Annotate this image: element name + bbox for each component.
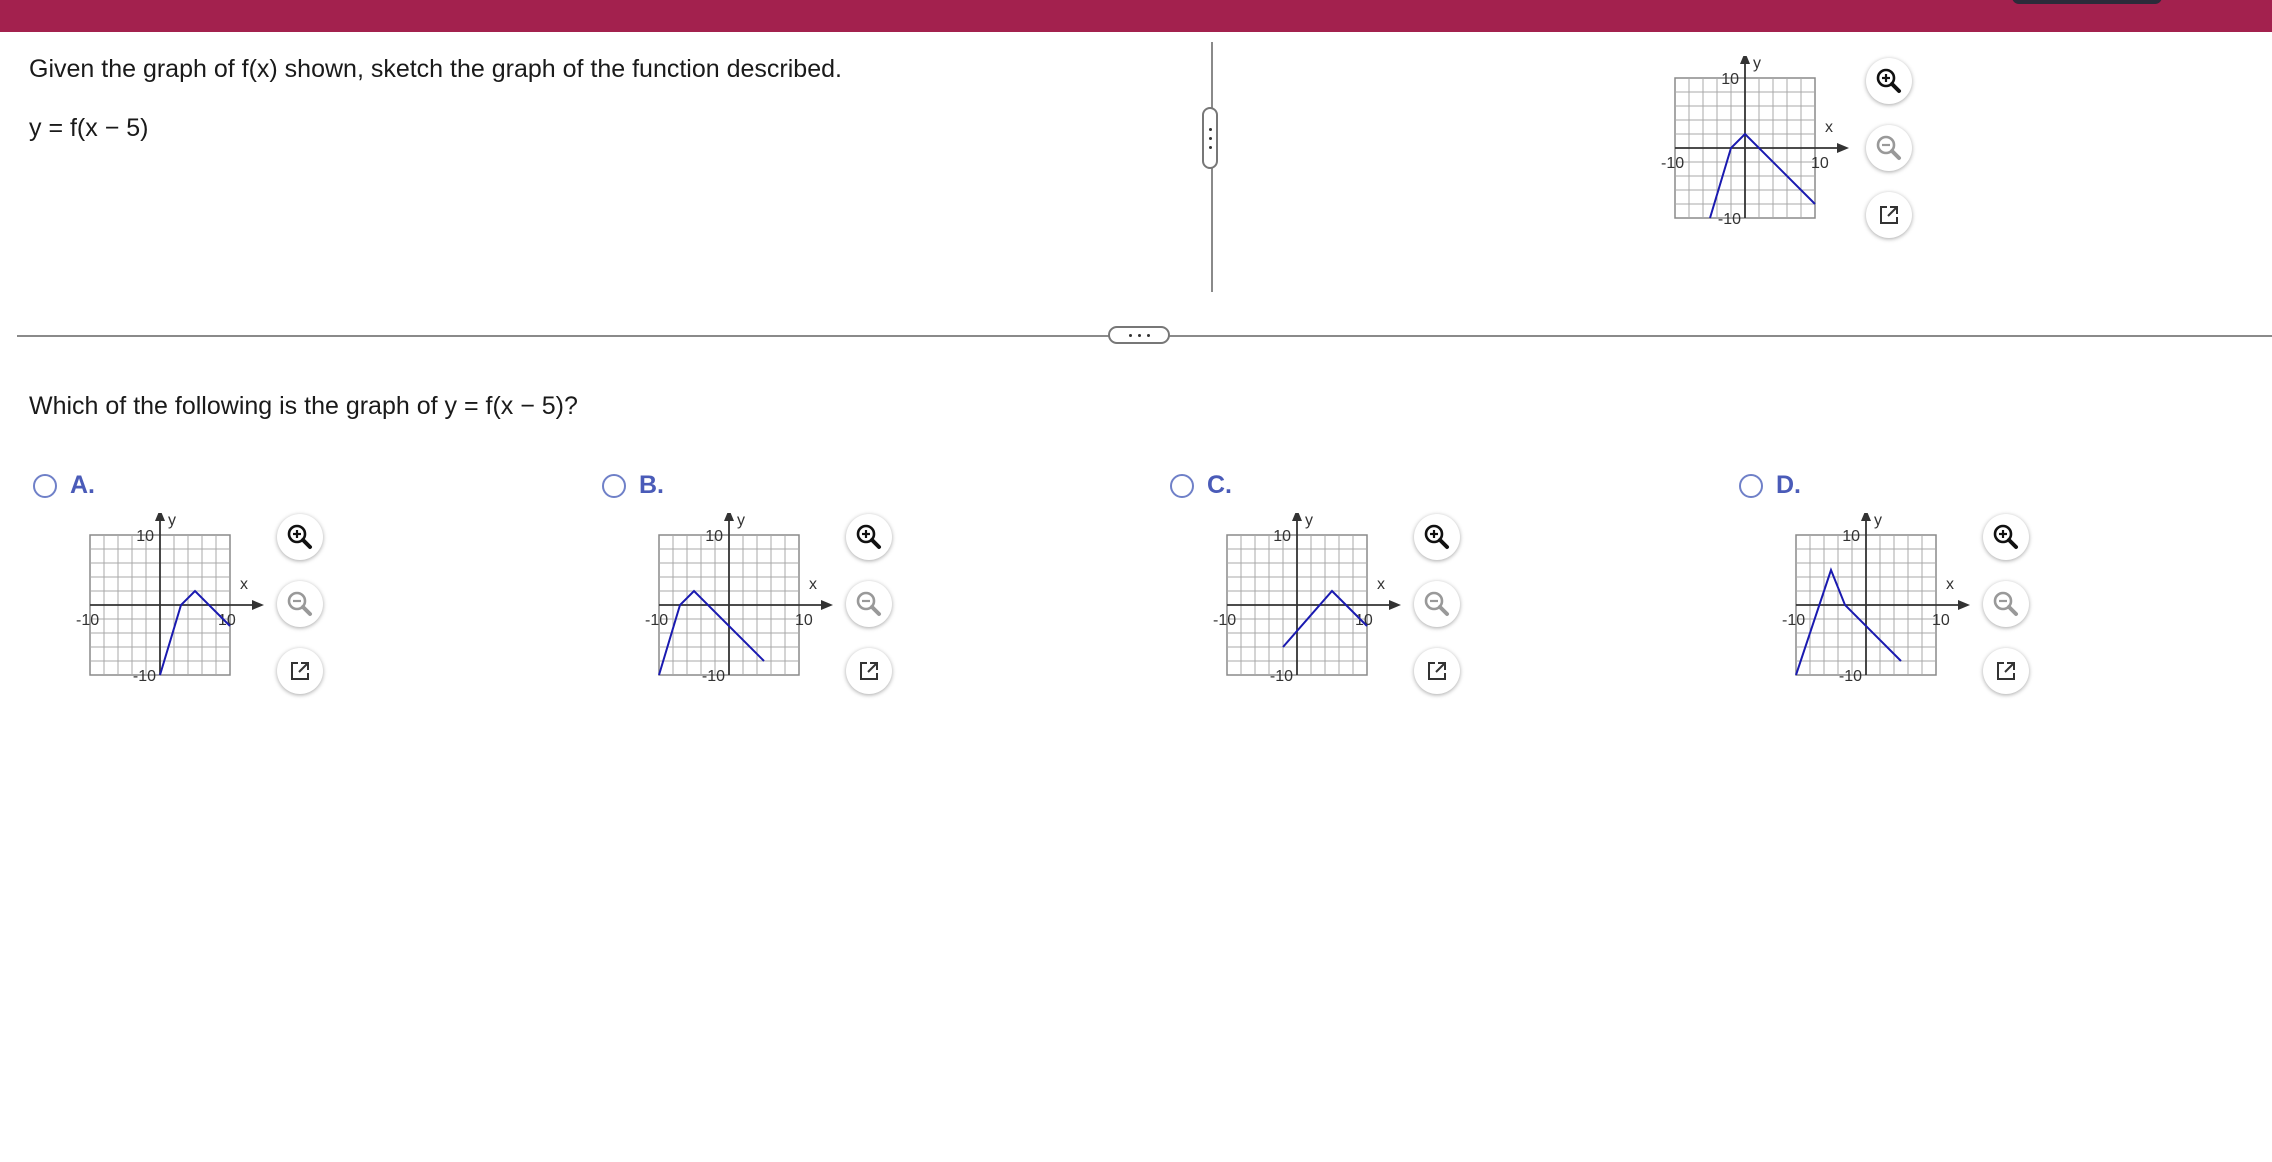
option-c-open-button[interactable] — [1414, 648, 1460, 694]
x-axis-arrow — [1837, 143, 1849, 153]
option-b-graph: y x 10 -10 -10 10 — [639, 509, 839, 708]
question-function: y = f(x − 5) — [29, 114, 149, 142]
y-min-tick-label: -10 — [1839, 668, 1862, 685]
y-min-tick-label: -10 — [1270, 668, 1293, 685]
zoom-out-icon — [285, 589, 315, 619]
y-axis-label: y — [1753, 56, 1761, 72]
option-c-zoom-out-button[interactable] — [1414, 581, 1460, 627]
y-max-tick-label: 10 — [1842, 528, 1860, 545]
y-axis-arrow — [155, 509, 165, 521]
zoom-in-icon — [1991, 522, 2021, 552]
zoom-in-icon — [285, 522, 315, 552]
option-d-zoom-out-button[interactable] — [1983, 581, 2029, 627]
option-d-graph: y x 10 -10 -10 10 — [1776, 509, 1976, 708]
option-d-zoom-in-button[interactable] — [1983, 514, 2029, 560]
y-min-tick-label: -10 — [133, 668, 156, 685]
option-a-radio[interactable] — [33, 474, 57, 498]
x-axis-arrow — [252, 600, 264, 610]
x-axis-label: x — [240, 576, 248, 593]
option-a-zoom-out-button[interactable] — [277, 581, 323, 627]
option-c-radio[interactable] — [1170, 474, 1194, 498]
option-b-label[interactable]: B. — [639, 471, 664, 500]
y-axis-arrow — [1740, 52, 1750, 64]
option-a-graph: y x 10 -10 -10 10 — [70, 509, 270, 708]
y-max-tick-label: 10 — [136, 528, 154, 545]
x-min-tick-label: -10 — [1661, 155, 1684, 172]
x-min-tick-label: -10 — [76, 612, 99, 629]
y-axis-arrow — [1292, 509, 1302, 521]
reference-zoom-out-button[interactable] — [1866, 125, 1912, 171]
option-c-graph: y x 10 -10 -10 10 — [1207, 509, 1407, 708]
open-external-icon — [854, 656, 884, 686]
x-max-tick-label: 10 — [1811, 155, 1829, 172]
header-pill — [2012, 0, 2162, 4]
open-external-icon — [1422, 656, 1452, 686]
x-axis-label: x — [1377, 576, 1385, 593]
option-d-open-button[interactable] — [1983, 648, 2029, 694]
x-min-tick-label: -10 — [645, 612, 668, 629]
header-bar — [0, 0, 2272, 32]
open-external-icon — [1991, 656, 2021, 686]
open-external-icon — [1874, 200, 1904, 230]
x-max-tick-label: 10 — [1355, 612, 1373, 629]
y-min-tick-label: -10 — [702, 668, 725, 685]
y-axis-label: y — [1305, 513, 1313, 529]
y-max-tick-label: 10 — [1273, 528, 1291, 545]
y-axis-label: y — [737, 513, 745, 529]
option-a-label[interactable]: A. — [70, 471, 95, 500]
option-c-label[interactable]: C. — [1207, 471, 1232, 500]
zoom-in-icon — [1874, 66, 1904, 96]
x-axis-arrow — [821, 600, 833, 610]
option-d-radio[interactable] — [1739, 474, 1763, 498]
zoom-out-icon — [1874, 133, 1904, 163]
option-a-open-button[interactable] — [277, 648, 323, 694]
x-max-tick-label: 10 — [1932, 612, 1950, 629]
reference-open-button[interactable] — [1866, 192, 1912, 238]
x-max-tick-label: 10 — [218, 612, 236, 629]
y-axis-arrow — [724, 509, 734, 521]
y-min-tick-label: -10 — [1718, 211, 1741, 228]
option-b-radio[interactable] — [602, 474, 626, 498]
horizontal-resize-handle[interactable] — [1108, 326, 1170, 344]
y-max-tick-label: 10 — [705, 528, 723, 545]
option-b-zoom-out-button[interactable] — [846, 581, 892, 627]
x-axis-label: x — [1946, 576, 1954, 593]
vertical-resize-handle[interactable] — [1202, 107, 1218, 169]
reference-zoom-in-button[interactable] — [1866, 58, 1912, 104]
x-axis-label: x — [809, 576, 817, 593]
x-axis-arrow — [1958, 600, 1970, 610]
option-a-zoom-in-button[interactable] — [277, 514, 323, 560]
zoom-in-icon — [1422, 522, 1452, 552]
option-c-zoom-in-button[interactable] — [1414, 514, 1460, 560]
zoom-out-icon — [1422, 589, 1452, 619]
x-max-tick-label: 10 — [795, 612, 813, 629]
option-b-zoom-in-button[interactable] — [846, 514, 892, 560]
open-external-icon — [285, 656, 315, 686]
y-axis-label: y — [168, 513, 176, 529]
question-instruction: Given the graph of f(x) shown, sketch th… — [29, 55, 842, 83]
option-b-open-button[interactable] — [846, 648, 892, 694]
x-axis-label: x — [1825, 119, 1833, 136]
option-d-label[interactable]: D. — [1776, 471, 1801, 500]
zoom-out-icon — [1991, 589, 2021, 619]
y-axis-arrow — [1861, 509, 1871, 521]
x-axis-arrow — [1389, 600, 1401, 610]
y-max-tick-label: 10 — [1721, 71, 1739, 88]
reference-graph: y x 10 -10 -10 10 — [1655, 52, 1855, 251]
answer-prompt: Which of the following is the graph of y… — [29, 392, 578, 420]
zoom-out-icon — [854, 589, 884, 619]
x-min-tick-label: -10 — [1782, 612, 1805, 629]
x-min-tick-label: -10 — [1213, 612, 1236, 629]
y-axis-label: y — [1874, 513, 1882, 529]
zoom-in-icon — [854, 522, 884, 552]
